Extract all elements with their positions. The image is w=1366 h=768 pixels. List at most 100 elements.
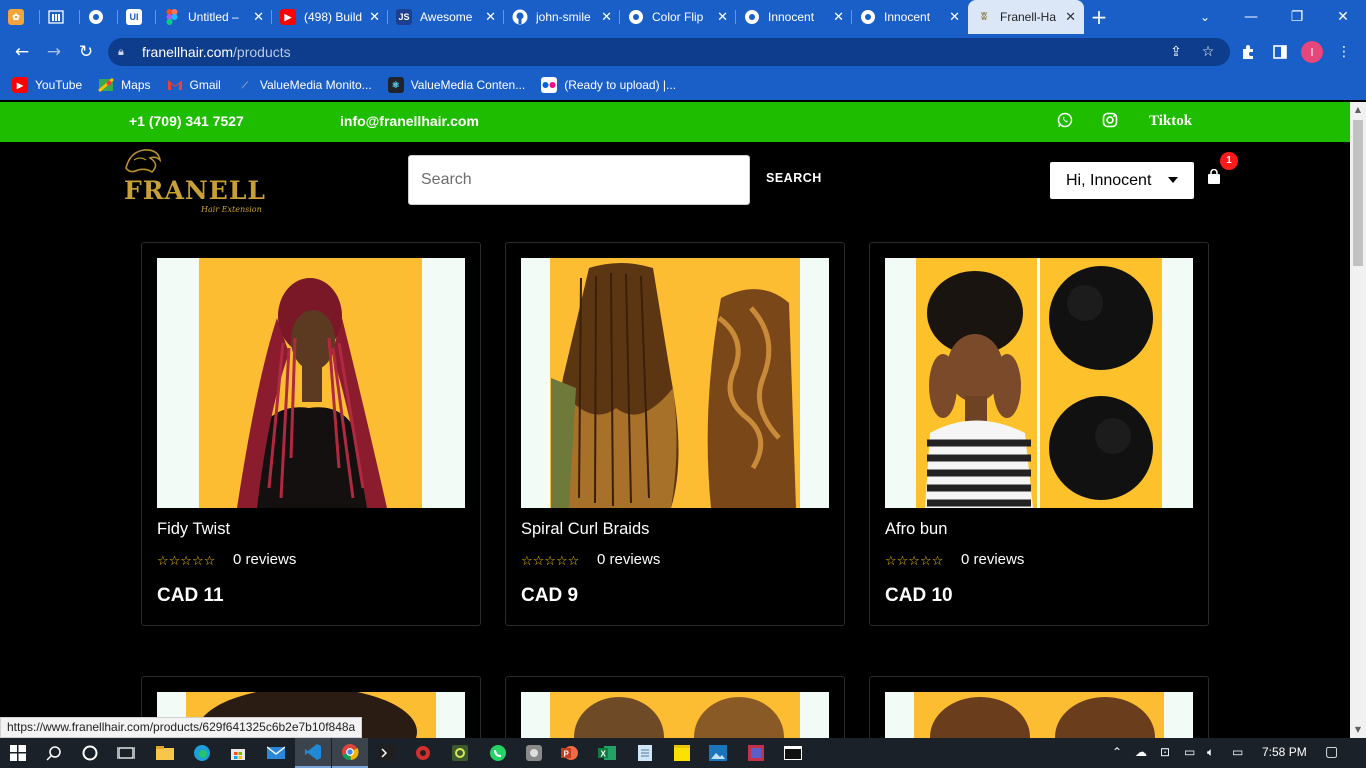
- back-button[interactable]: ←: [6, 36, 38, 68]
- terminal-app-icon[interactable]: [369, 738, 405, 768]
- bookmark-valuemedia-monitor[interactable]: ⟋ ValueMedia Monito...: [237, 77, 372, 93]
- page-viewport: +1 (709) 341 7527 info@franellhair.com T…: [0, 102, 1350, 738]
- product-image[interactable]: [521, 258, 829, 508]
- tab-ui[interactable]: UI: [118, 0, 156, 34]
- sticky-notes-icon[interactable]: [664, 738, 700, 768]
- reload-button[interactable]: ↻: [70, 36, 102, 68]
- battery-icon[interactable]: ▭: [1232, 745, 1243, 759]
- scrollbar-thumb[interactable]: [1353, 120, 1363, 266]
- product-name[interactable]: Afro bun: [885, 520, 947, 539]
- windows-start-icon[interactable]: [0, 738, 36, 768]
- cortana-icon[interactable]: [72, 738, 108, 768]
- bookmark-flickr[interactable]: (Ready to upload) |...: [541, 77, 676, 93]
- bookmark-label: ValueMedia Conten...: [410, 78, 526, 92]
- photos-icon[interactable]: [700, 738, 736, 768]
- task-view-icon[interactable]: [108, 738, 144, 768]
- product-card[interactable]: Spiral Curl Braids ☆☆☆☆☆ 0 reviews CAD 9: [505, 242, 845, 626]
- notifications-icon[interactable]: ▢: [1325, 743, 1338, 760]
- restore-button[interactable]: ❐: [1274, 0, 1320, 34]
- new-tab-button[interactable]: +: [1084, 5, 1114, 29]
- minimize-button[interactable]: —: [1228, 0, 1274, 34]
- shopping-bag-icon[interactable]: [1207, 168, 1223, 187]
- product-card[interactable]: [869, 676, 1209, 738]
- tab-github[interactable]: john-smile ✕: [504, 0, 620, 34]
- edge-icon[interactable]: [184, 738, 220, 768]
- tab-innocent-1[interactable]: Innocent ✕: [736, 0, 852, 34]
- bookmark-maps[interactable]: Maps: [98, 77, 151, 93]
- bookmark-star-icon[interactable]: ☆: [1194, 38, 1222, 66]
- mail-icon[interactable]: [258, 738, 294, 768]
- email-link[interactable]: info@franellhair.com: [340, 113, 479, 129]
- product-image[interactable]: [885, 258, 1193, 508]
- tab-globe[interactable]: [80, 0, 118, 34]
- product-image[interactable]: [521, 692, 829, 738]
- tray-chevron-up-icon[interactable]: ⌃: [1112, 745, 1122, 759]
- whatsapp-icon[interactable]: [480, 738, 516, 768]
- product-image[interactable]: [157, 258, 465, 508]
- whatsapp-icon[interactable]: [1057, 112, 1075, 130]
- phone-link[interactable]: +1 (709) 341 7527: [129, 113, 244, 129]
- tab-untitled[interactable]: Untitled – ✕: [156, 0, 272, 34]
- close-icon[interactable]: ✕: [485, 9, 496, 25]
- product-card[interactable]: [505, 676, 845, 738]
- onedrive-icon[interactable]: ☁: [1135, 745, 1147, 759]
- product-name[interactable]: Spiral Curl Braids: [521, 520, 649, 539]
- close-icon[interactable]: ✕: [1065, 9, 1076, 25]
- notepad-icon[interactable]: [627, 738, 663, 768]
- tab-awesome[interactable]: JS Awesome ✕: [388, 0, 504, 34]
- product-image[interactable]: [885, 692, 1193, 738]
- tab-youtube[interactable]: ▶ (498) Build ✕: [272, 0, 388, 34]
- tab-app[interactable]: ✿: [0, 0, 40, 34]
- powerpoint-icon[interactable]: P: [552, 738, 588, 768]
- chrome-icon[interactable]: [332, 738, 368, 768]
- forward-button[interactable]: →: [38, 36, 70, 68]
- close-icon[interactable]: ✕: [253, 9, 264, 25]
- tab-bank[interactable]: [40, 0, 80, 34]
- menu-kebab-icon[interactable]: ⋮: [1330, 38, 1358, 66]
- excel-icon[interactable]: X: [589, 738, 625, 768]
- tab-search-chevron-icon[interactable]: ⌄: [1182, 0, 1228, 34]
- bookmark-valuemedia-content[interactable]: ⚛ ValueMedia Conten...: [387, 77, 526, 93]
- close-icon[interactable]: ✕: [717, 9, 728, 25]
- media-app-icon[interactable]: [738, 738, 774, 768]
- store-icon[interactable]: [220, 738, 256, 768]
- side-panel-icon[interactable]: [1266, 38, 1294, 66]
- tab-colorflip[interactable]: Color Flip ✕: [620, 0, 736, 34]
- scroll-down-arrow-icon[interactable]: ▼: [1350, 722, 1366, 738]
- franell-logo[interactable]: FRANELL Hair Extension: [116, 146, 276, 216]
- command-prompt-icon[interactable]: [775, 738, 811, 768]
- camera-tray-icon[interactable]: ⊡: [1160, 745, 1170, 759]
- bookmark-gmail[interactable]: Gmail: [167, 77, 221, 93]
- tab-innocent-2[interactable]: Innocent ✕: [852, 0, 968, 34]
- close-icon[interactable]: ✕: [949, 9, 960, 25]
- search-input[interactable]: Search: [408, 155, 750, 205]
- game-icon[interactable]: [405, 738, 441, 768]
- share-icon[interactable]: ⇪: [1162, 38, 1190, 66]
- user-menu-dropdown[interactable]: Hi, Innocent: [1050, 162, 1194, 199]
- camera-app-icon[interactable]: [516, 738, 552, 768]
- vscode-icon[interactable]: [295, 738, 331, 768]
- file-explorer-icon[interactable]: [147, 738, 183, 768]
- page-scrollbar[interactable]: ▲ ▼: [1350, 102, 1366, 738]
- close-window-button[interactable]: ✕: [1320, 0, 1366, 34]
- clock-time[interactable]: 7:58 PM: [1262, 745, 1307, 759]
- product-card[interactable]: Fidy Twist ☆☆☆☆☆ 0 reviews CAD 11: [141, 242, 481, 626]
- close-icon[interactable]: ✕: [369, 9, 380, 25]
- instagram-icon[interactable]: [1102, 112, 1120, 130]
- product-card[interactable]: Afro bun ☆☆☆☆☆ 0 reviews CAD 10: [869, 242, 1209, 626]
- search-button[interactable]: SEARCH: [766, 171, 822, 185]
- close-icon[interactable]: ✕: [833, 9, 844, 25]
- profile-avatar[interactable]: I: [1298, 38, 1326, 66]
- tab-franell[interactable]: ʬ Franell-Ha ✕: [968, 0, 1084, 34]
- bookmark-youtube[interactable]: ▶ YouTube: [12, 77, 82, 93]
- address-bar[interactable]: 🔒︎ franellhair.com/products: [108, 38, 1230, 66]
- network-icon[interactable]: ▭: [1184, 745, 1195, 759]
- volume-icon[interactable]: 🔈︎: [1207, 745, 1214, 760]
- search-icon[interactable]: [36, 738, 72, 768]
- scroll-up-arrow-icon[interactable]: ▲: [1350, 102, 1366, 118]
- extensions-puzzle-icon[interactable]: [1234, 38, 1262, 66]
- product-name[interactable]: Fidy Twist: [157, 520, 230, 539]
- tiktok-link[interactable]: Tiktok: [1149, 113, 1192, 130]
- notes-app-icon[interactable]: [442, 738, 478, 768]
- close-icon[interactable]: ✕: [601, 9, 612, 25]
